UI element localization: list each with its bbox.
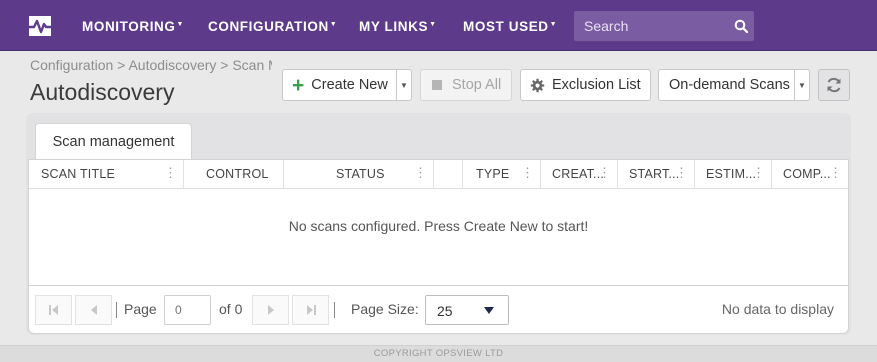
create-new-label: Create New [311,77,388,93]
column-header-completed[interactable]: COMP... ⋮ [772,160,848,188]
top-nav-bar: MONITORING▼ CONFIGURATION▼ MY LINKS▼ MOS… [0,0,877,51]
page-number-input[interactable] [164,295,211,325]
page-label: Page [124,301,157,317]
page-count-label: of 0 [219,301,243,317]
paging-status: No data to display [721,301,834,317]
next-page-button[interactable] [252,295,289,325]
on-demand-scans-button[interactable]: On-demand Scans ▼ [658,69,810,101]
column-menu-icon[interactable]: ⋮ [675,166,688,179]
on-demand-scans-label: On-demand Scans [669,77,790,93]
column-menu-icon[interactable]: ⋮ [414,166,427,179]
column-header-control[interactable]: CONTROL [184,160,284,188]
first-page-button[interactable] [35,295,72,325]
chevron-down-icon [484,307,494,314]
page-size-value: 25 [437,303,453,319]
copyright-footer: COPYRIGHT OPSVIEW LTD [0,345,877,362]
pager-separator [334,302,335,318]
column-menu-icon[interactable]: ⋮ [598,166,611,179]
column-header-created[interactable]: CREAT... ⋮ [541,160,618,188]
search-box [574,11,754,41]
stop-all-button[interactable]: Stop All [420,69,512,101]
column-header-type[interactable]: TYPE ⋮ [463,160,541,188]
stop-all-label: Stop All [452,77,502,93]
on-demand-dropdown-caret[interactable]: ▼ [794,70,809,100]
refresh-button[interactable] [818,69,850,101]
previous-page-icon [90,305,97,315]
page-title: Autodiscovery [30,79,175,105]
column-header-blank[interactable] [434,160,463,188]
scans-grid: SCAN TITLE ⋮ CONTROL STATUS ⋮ TYPE ⋮ CREAT.… [28,159,849,286]
grid-header: SCAN TITLE ⋮ CONTROL STATUS ⋮ TYPE ⋮ CREAT.… [29,160,848,189]
create-new-button[interactable]: + Create New ▼ [282,69,412,101]
stop-icon [432,80,442,90]
gear-icon [530,78,545,92]
nav-my-links[interactable]: MY LINKS▼ [359,19,437,34]
refresh-icon [827,77,841,93]
column-menu-icon[interactable]: ⋮ [521,166,534,179]
page-size-select[interactable]: 25 [425,295,509,325]
pagination-bar: Page of 0 Page Size: 25 No data to displ… [28,286,849,334]
search-icon[interactable] [734,19,748,33]
column-menu-icon[interactable]: ⋮ [752,166,765,179]
nav-configuration[interactable]: CONFIGURATION▼ [208,19,337,34]
breadcrumb[interactable]: Configuration > Autodiscovery > Scan Man… [30,57,272,73]
previous-page-button[interactable] [75,295,112,325]
column-header-estimated[interactable]: ESTIM... ⋮ [695,160,772,188]
column-header-status[interactable]: STATUS ⋮ [284,160,434,188]
column-header-started[interactable]: START... ⋮ [618,160,695,188]
column-menu-icon[interactable]: ⋮ [164,166,177,179]
create-new-dropdown-caret[interactable]: ▼ [396,70,411,100]
page-size-label: Page Size: [351,301,419,317]
nav-most-used[interactable]: MOST USED▼ [463,19,557,34]
first-page-icon [48,305,58,315]
column-menu-icon[interactable]: ⋮ [829,166,842,179]
exclusion-list-button[interactable]: Exclusion List [520,69,651,101]
last-page-icon [306,305,316,315]
pager-separator [116,302,117,318]
empty-state-message: No scans configured. Press Create New to… [288,218,589,234]
tab-scan-management[interactable]: Scan management [35,123,192,160]
pulse-logo-icon[interactable] [26,14,54,38]
next-page-icon [267,305,274,315]
nav-monitoring[interactable]: MONITORING▼ [82,19,184,34]
last-page-button[interactable] [292,295,329,325]
exclusion-list-label: Exclusion List [552,77,641,93]
column-header-scan-title[interactable]: SCAN TITLE ⋮ [29,160,184,188]
search-input[interactable] [574,11,724,41]
plus-icon: + [292,73,305,97]
